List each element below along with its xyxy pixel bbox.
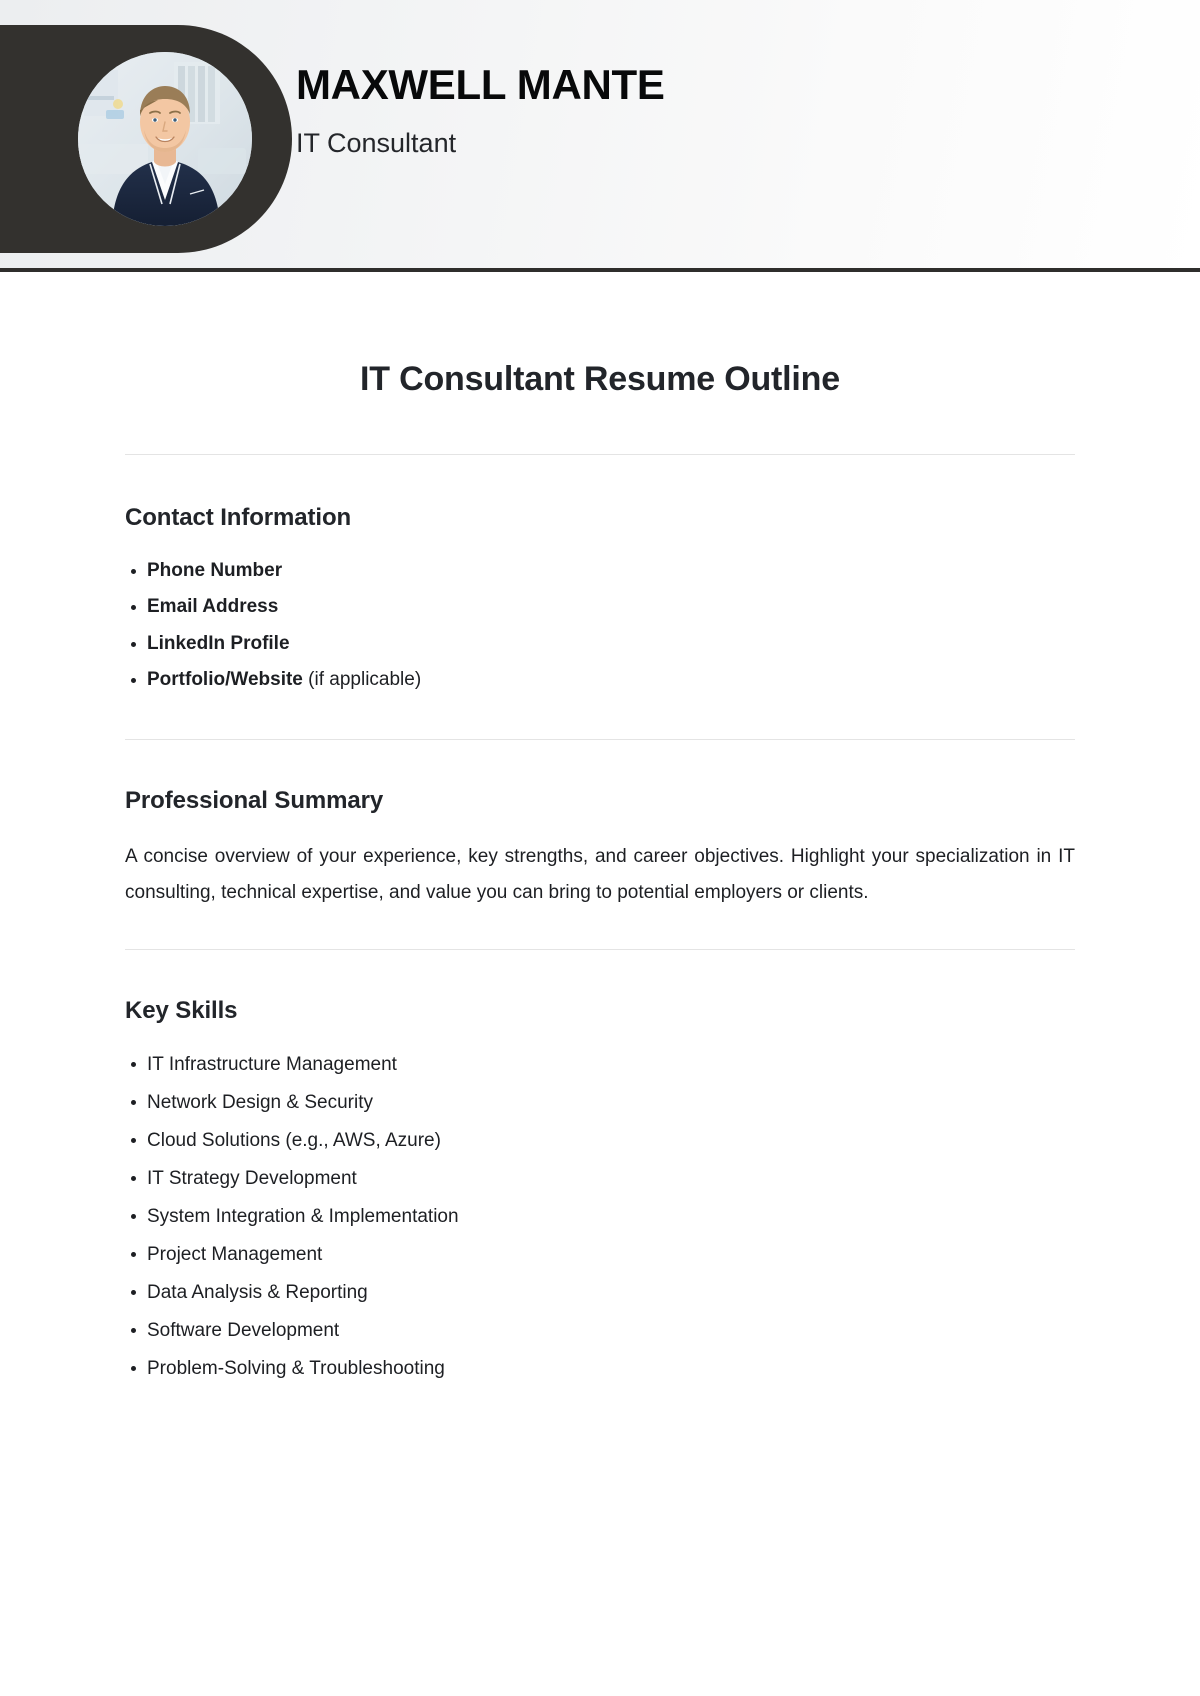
divider-after-contact <box>125 738 1075 740</box>
header-divider-rule <box>0 268 1200 272</box>
list-item: Portfolio/Website (if applicable) <box>125 662 1075 698</box>
section-key-skills: Key Skills IT Infrastructure Management … <box>125 997 1075 1448</box>
list-item: Software Development <box>125 1312 1075 1350</box>
list-item: Problem-Solving & Troubleshooting <box>125 1350 1075 1388</box>
contact-list: Phone Number Email Address LinkedIn Prof… <box>125 553 1075 699</box>
section-contact-information: Contact Information Phone Number Email A… <box>125 504 1075 699</box>
list-item: Data Analysis & Reporting <box>125 1274 1075 1312</box>
avatar <box>78 52 252 226</box>
section-heading-summary: Professional Summary <box>125 786 384 814</box>
page-title: IT Consultant Resume Outline <box>360 360 840 398</box>
list-item: System Integration & Implementation <box>125 1198 1075 1236</box>
contact-label: LinkedIn Profile <box>147 632 290 654</box>
section-heading-contact: Contact Information <box>125 504 352 531</box>
contact-label: Portfolio/Website <box>147 669 303 691</box>
resume-header: MAXWELL MANTE IT Consultant <box>0 0 1200 272</box>
list-item: Project Management <box>125 1236 1075 1274</box>
portrait-photo-icon <box>78 52 252 226</box>
section-heading-skills: Key Skills <box>125 997 238 1025</box>
list-item: LinkedIn Profile <box>125 626 1075 662</box>
summary-paragraph: A concise overview of your experience, k… <box>125 845 1075 903</box>
list-item: Email Address <box>125 589 1075 625</box>
resume-content: IT Consultant Resume Outline Contact Inf… <box>0 360 1200 1448</box>
divider-under-title <box>125 454 1075 455</box>
skills-list: IT Infrastructure Management Network Des… <box>125 1046 1075 1388</box>
candidate-role: IT Consultant <box>296 128 457 159</box>
list-item: IT Infrastructure Management <box>125 1046 1075 1084</box>
contact-label: Email Address <box>147 596 279 618</box>
contact-note: (if applicable) <box>302 669 422 691</box>
list-item: Phone Number <box>125 553 1075 589</box>
candidate-name: MAXWELL MANTE <box>296 61 665 108</box>
list-item: Network Design & Security <box>125 1084 1075 1122</box>
contact-label: Phone Number <box>147 560 283 581</box>
section-professional-summary: Professional Summary A concise overview … <box>125 787 1075 911</box>
list-item: Cloud Solutions (e.g., AWS, Azure) <box>125 1122 1075 1160</box>
header-text-block: MAXWELL MANTE IT Consultant <box>296 61 665 160</box>
divider-after-summary <box>125 949 1075 951</box>
resume-page: MAXWELL MANTE IT Consultant IT Consultan… <box>0 0 1200 1696</box>
list-item: IT Strategy Development <box>125 1160 1075 1198</box>
